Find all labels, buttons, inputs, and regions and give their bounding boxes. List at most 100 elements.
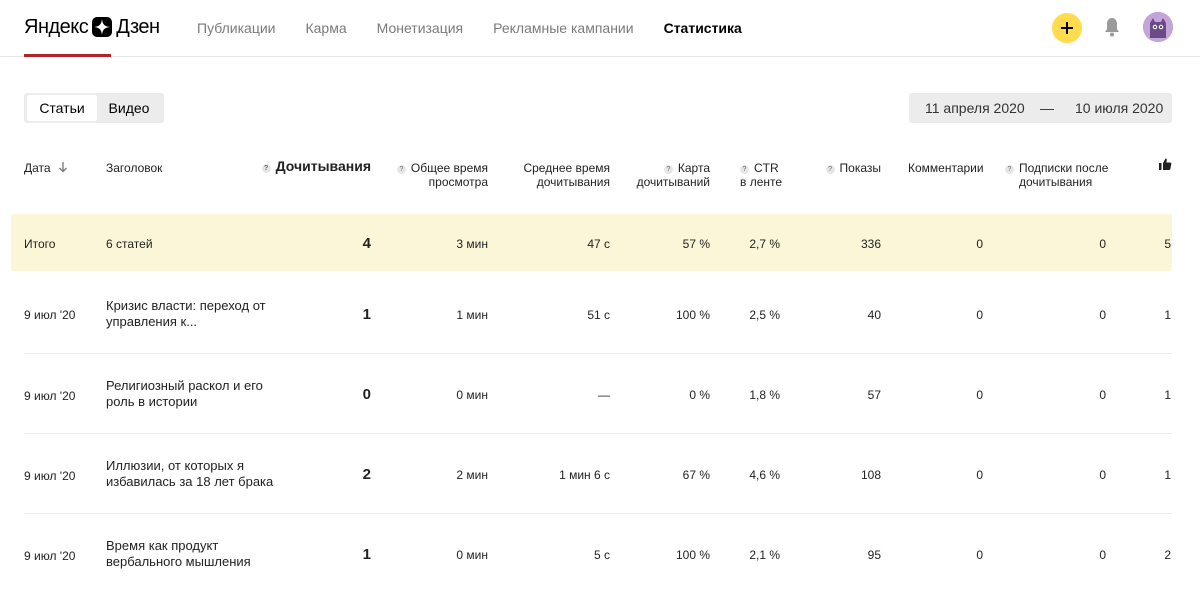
total-comments: 0 — [976, 237, 983, 251]
row-total-time: 0 мин — [456, 548, 488, 562]
thumbs-up-icon[interactable] — [1158, 157, 1172, 174]
row-likes: 1 — [1164, 308, 1171, 322]
col-reads-label: Дочитывания — [275, 158, 371, 174]
col-subs-line1: Подписки после — [1019, 161, 1109, 175]
col-map-line1: Карта — [677, 161, 710, 175]
col-comments-header[interactable]: Комментарии — [908, 161, 984, 175]
col-subs-line2: дочитывания — [1019, 175, 1093, 189]
help-icon[interactable]: ? — [663, 165, 673, 174]
row-likes: 2 — [1164, 548, 1171, 562]
top-header: Яндекс Дзен Публикации Карма Монетизация… — [0, 0, 1200, 57]
logo-active-underline — [24, 54, 111, 57]
col-ctr-line2: в ленте — [740, 175, 783, 189]
row-date: 9 июл '20 — [24, 389, 76, 403]
row-date: 9 июл '20 — [24, 308, 76, 322]
row-reads: 0 — [362, 386, 371, 403]
tab-articles[interactable]: Статьи — [27, 95, 97, 121]
nav-statistics[interactable]: Статистика — [664, 19, 742, 37]
row-reads: 1 — [362, 546, 371, 563]
col-reads-header[interactable]: ? Дочитывания — [250, 159, 371, 173]
col-total-time-header[interactable]: ? Общее время просмотра — [380, 161, 488, 189]
row-map: 100 % — [675, 308, 710, 322]
help-icon[interactable]: ? — [1005, 165, 1014, 174]
nav-karma[interactable]: Карма — [305, 19, 346, 37]
avatar[interactable] — [1143, 12, 1173, 42]
help-icon[interactable]: ? — [261, 164, 271, 173]
total-label: Итого — [24, 237, 56, 251]
row-avg-time: 5 с — [593, 548, 610, 562]
row-comments: 0 — [976, 468, 983, 482]
row-subs: 0 — [1099, 388, 1106, 402]
row-map: 0 % — [689, 388, 710, 402]
row-ctr: 2,5 % — [749, 308, 780, 322]
yandex-zen-logo[interactable]: Яндекс Дзен — [24, 14, 160, 40]
row-views: 40 — [867, 308, 881, 322]
total-likes: 5 — [1164, 237, 1171, 251]
col-avg-time-line1: Среднее время — [523, 161, 610, 175]
row-map: 67 % — [682, 468, 710, 482]
row-title-link[interactable]: Иллюзии, от которых я избавилась за 18 л… — [106, 458, 276, 490]
row-date: 9 июл '20 — [24, 549, 76, 563]
add-publication-button[interactable] — [1052, 13, 1082, 43]
col-date-label: Дата — [24, 161, 51, 175]
row-total-time: 1 мин — [456, 308, 488, 322]
help-icon[interactable]: ? — [740, 165, 749, 174]
row-divider — [24, 433, 1172, 434]
col-ctr-header[interactable]: ? CTR в ленте — [740, 161, 800, 189]
col-map-line2: дочитываний — [636, 175, 710, 189]
col-avg-time-header[interactable]: Среднее время дочитывания — [500, 161, 610, 189]
nav-publications[interactable]: Публикации — [197, 19, 275, 37]
help-icon[interactable]: ? — [825, 165, 835, 174]
row-subs: 0 — [1099, 468, 1106, 482]
row-reads: 1 — [362, 306, 371, 323]
row-avg-time: 1 мин 6 с — [559, 468, 610, 482]
date-range-picker[interactable]: 11 апреля 2020 — 10 июля 2020 — [909, 93, 1172, 123]
row-divider — [24, 353, 1172, 354]
row-reads: 2 — [362, 466, 371, 483]
logo-text-zen: Дзен — [116, 15, 160, 38]
row-title-link[interactable]: Кризис власти: переход от управления к..… — [106, 298, 276, 330]
sort-down-arrow-icon[interactable] — [58, 161, 68, 175]
row-total-time: 0 мин — [456, 388, 488, 402]
col-map-header[interactable]: ? Карта дочитываний — [620, 161, 710, 189]
total-map: 57 % — [682, 237, 710, 251]
row-likes: 1 — [1164, 468, 1171, 482]
bell-icon[interactable] — [1103, 17, 1121, 37]
row-ctr: 4,6 % — [749, 468, 780, 482]
zen-star-icon — [92, 17, 113, 37]
total-ctr: 2,7 % — [749, 237, 780, 251]
tab-video[interactable]: Видео — [98, 95, 160, 121]
nav-monetization[interactable]: Монетизация — [377, 19, 464, 37]
row-subs: 0 — [1099, 308, 1106, 322]
date-range-dash: — — [1040, 100, 1054, 116]
row-comments: 0 — [976, 388, 983, 402]
total-avg-time: 47 с — [587, 237, 610, 251]
row-views: 95 — [867, 548, 881, 562]
row-divider — [24, 513, 1172, 514]
col-date-header[interactable]: Дата — [24, 161, 68, 175]
total-articles-count: 6 статей — [106, 237, 153, 251]
row-comments: 0 — [976, 548, 983, 562]
col-subs-header[interactable]: ? Подписки после дочитывания — [1005, 161, 1115, 189]
col-views-header[interactable]: ? Показы — [800, 161, 881, 175]
total-views: 336 — [860, 237, 881, 251]
row-date: 9 июл '20 — [24, 469, 76, 483]
total-subs: 0 — [1099, 237, 1106, 251]
row-views: 108 — [860, 468, 881, 482]
row-avg-time: — — [598, 388, 610, 402]
row-ctr: 2,1 % — [749, 548, 780, 562]
row-subs: 0 — [1099, 548, 1106, 562]
nav-ad-campaigns[interactable]: Рекламные кампании — [493, 19, 633, 37]
row-comments: 0 — [976, 308, 983, 322]
col-views-label: Показы — [839, 161, 881, 175]
row-title-link[interactable]: Время как продукт вербального мышления — [106, 538, 276, 570]
total-total-time: 3 мин — [456, 237, 488, 251]
row-total-time: 2 мин — [456, 468, 488, 482]
col-ctr-line1: CTR — [754, 161, 779, 175]
help-icon[interactable]: ? — [396, 165, 406, 174]
col-total-time-line2: просмотра — [428, 175, 488, 189]
logo-text-yandex: Яндекс — [24, 15, 89, 38]
date-from[interactable]: 11 апреля 2020 — [925, 100, 1025, 116]
row-title-link[interactable]: Религиозный раскол и его роль в истории — [106, 378, 276, 410]
date-to[interactable]: 10 июля 2020 — [1075, 100, 1163, 116]
